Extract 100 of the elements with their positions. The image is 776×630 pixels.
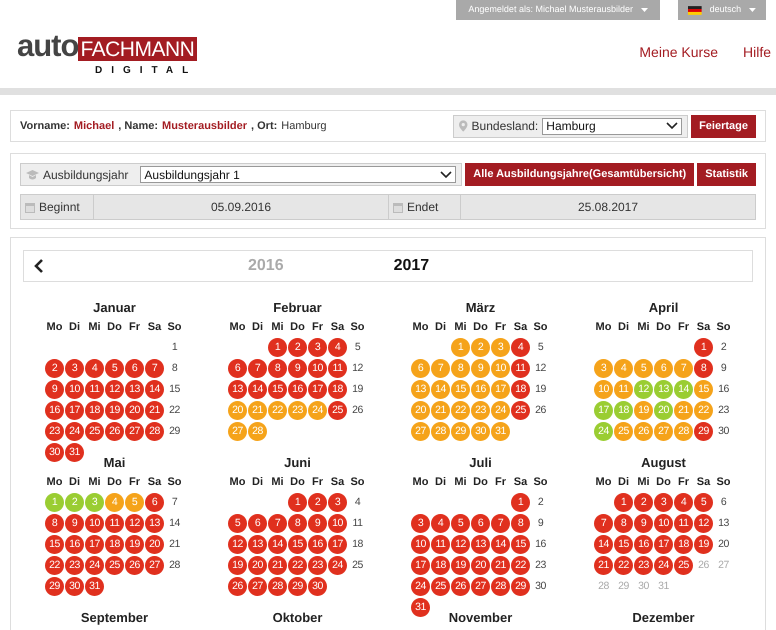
calendar-day[interactable]: 7 [594, 514, 613, 533]
calendar-day[interactable]: 30 [308, 577, 327, 596]
calendar-day[interactable]: 3 [308, 338, 327, 357]
calendar-day[interactable]: 31 [85, 577, 104, 596]
calendar-day[interactable]: 4 [511, 338, 530, 357]
calendar-day[interactable]: 28 [165, 556, 184, 575]
calendar-day[interactable]: 22 [165, 401, 184, 420]
calendar-day[interactable]: 1 [511, 493, 530, 512]
calendar-day[interactable]: 23 [45, 422, 64, 441]
calendar-day[interactable]: 9 [634, 514, 653, 533]
calendar-day[interactable]: 19 [125, 535, 144, 554]
calendar-day[interactable]: 4 [431, 514, 450, 533]
calendar-day[interactable]: 13 [248, 535, 267, 554]
calendar-day[interactable]: 10 [654, 514, 673, 533]
calendar-day[interactable]: 7 [268, 514, 287, 533]
calendar-day[interactable]: 12 [694, 514, 713, 533]
calendar-day[interactable]: 28 [268, 577, 287, 596]
calendar-day[interactable]: 11 [674, 514, 693, 533]
calendar-day[interactable]: 24 [654, 556, 673, 575]
calendar-day[interactable]: 30 [531, 577, 550, 596]
calendar-day[interactable]: 9 [65, 514, 84, 533]
calendar-day[interactable]: 9 [45, 380, 64, 399]
calendar-day[interactable]: 28 [491, 577, 510, 596]
calendar-day[interactable]: 11 [431, 535, 450, 554]
calendar-day[interactable]: 4 [328, 338, 347, 357]
calendar-day[interactable]: 30 [634, 577, 653, 596]
calendar-day[interactable]: 6 [471, 514, 490, 533]
calendar-day[interactable]: 28 [594, 577, 613, 596]
calendar-day[interactable]: 3 [411, 514, 430, 533]
calendar-day[interactable]: 8 [45, 514, 64, 533]
calendar-day[interactable]: 29 [165, 422, 184, 441]
calendar-day[interactable]: 20 [714, 535, 733, 554]
calendar-day[interactable]: 20 [145, 535, 164, 554]
year-tab[interactable]: 2017 [394, 254, 430, 278]
calendar-day[interactable]: 27 [248, 577, 267, 596]
calendar-day[interactable]: 29 [694, 422, 713, 441]
calendar-day[interactable]: 14 [268, 535, 287, 554]
calendar-day[interactable]: 9 [288, 359, 307, 378]
calendar-day[interactable]: 21 [491, 556, 510, 575]
calendar-day[interactable]: 10 [85, 514, 104, 533]
calendar-day[interactable]: 17 [85, 535, 104, 554]
overview-button[interactable]: Alle Ausbildungsjahre(Gesamtübersicht) [465, 163, 694, 186]
calendar-day[interactable]: 16 [714, 380, 733, 399]
calendar-day[interactable]: 18 [674, 535, 693, 554]
calendar-day[interactable]: 23 [65, 556, 84, 575]
calendar-day[interactable]: 20 [125, 401, 144, 420]
calendar-day[interactable]: 30 [65, 577, 84, 596]
calendar-day[interactable]: 15 [268, 380, 287, 399]
calendar-day[interactable]: 18 [511, 380, 530, 399]
calendar-day[interactable]: 7 [248, 359, 267, 378]
calendar-day[interactable]: 12 [348, 359, 367, 378]
state-select[interactable]: Hamburg [542, 118, 682, 134]
calendar-day[interactable]: 24 [85, 556, 104, 575]
calendar-day[interactable]: 19 [348, 380, 367, 399]
calendar-day[interactable]: 25 [105, 556, 124, 575]
calendar-day[interactable]: 25 [431, 577, 450, 596]
calendar-day[interactable]: 15 [45, 535, 64, 554]
calendar-day[interactable]: 31 [65, 443, 84, 462]
year-tab[interactable]: 2016 [248, 254, 284, 278]
calendar-day[interactable]: 21 [594, 556, 613, 575]
calendar-day[interactable]: 6 [125, 359, 144, 378]
calendar-day[interactable]: 16 [65, 535, 84, 554]
calendar-day[interactable]: 27 [714, 556, 733, 575]
calendar-day[interactable]: 11 [105, 514, 124, 533]
calendar-day[interactable]: 15 [511, 535, 530, 554]
calendar-day[interactable]: 22 [45, 556, 64, 575]
calendar-day[interactable]: 24 [411, 577, 430, 596]
user-menu-button[interactable]: Angemeldet als: Michael Musterausbilder [456, 0, 660, 20]
calendar-day[interactable]: 22 [614, 556, 633, 575]
calendar-day[interactable]: 18 [328, 380, 347, 399]
calendar-day[interactable]: 10 [65, 380, 84, 399]
calendar-day[interactable]: 13 [125, 380, 144, 399]
calendar-day[interactable]: 20 [248, 556, 267, 575]
calendar-day[interactable]: 26 [125, 556, 144, 575]
calendar-day[interactable]: 12 [228, 535, 247, 554]
calendar-day[interactable]: 27 [125, 422, 144, 441]
calendar-day[interactable]: 9 [714, 359, 733, 378]
calendar-day[interactable]: 6 [228, 359, 247, 378]
calendar-day[interactable]: 23 [714, 401, 733, 420]
calendar-day[interactable]: 10 [328, 514, 347, 533]
calendar-day[interactable]: 26 [105, 422, 124, 441]
calendar-day[interactable]: 14 [145, 380, 164, 399]
calendar-day[interactable]: 11 [85, 380, 104, 399]
calendar-day[interactable]: 22 [288, 556, 307, 575]
calendar-day[interactable]: 21 [145, 401, 164, 420]
calendar-day[interactable]: 29 [45, 577, 64, 596]
calendar-day[interactable]: 1 [288, 493, 307, 512]
calendar-day[interactable]: 23 [634, 556, 653, 575]
calendar-day[interactable]: 15 [288, 535, 307, 554]
calendar-day[interactable]: 2 [308, 493, 327, 512]
calendar-day[interactable]: 27 [471, 577, 490, 596]
statistics-button[interactable]: Statistik [697, 163, 756, 186]
calendar-day[interactable]: 2 [714, 338, 733, 357]
calendar-day[interactable]: 14 [594, 535, 613, 554]
nav-link[interactable]: Hilfe [742, 42, 771, 62]
calendar-day[interactable]: 15 [614, 535, 633, 554]
calendar-day[interactable]: 17 [328, 535, 347, 554]
calendar-day[interactable]: 1 [268, 338, 287, 357]
calendar-day[interactable]: 8 [511, 514, 530, 533]
calendar-day[interactable]: 25 [85, 422, 104, 441]
